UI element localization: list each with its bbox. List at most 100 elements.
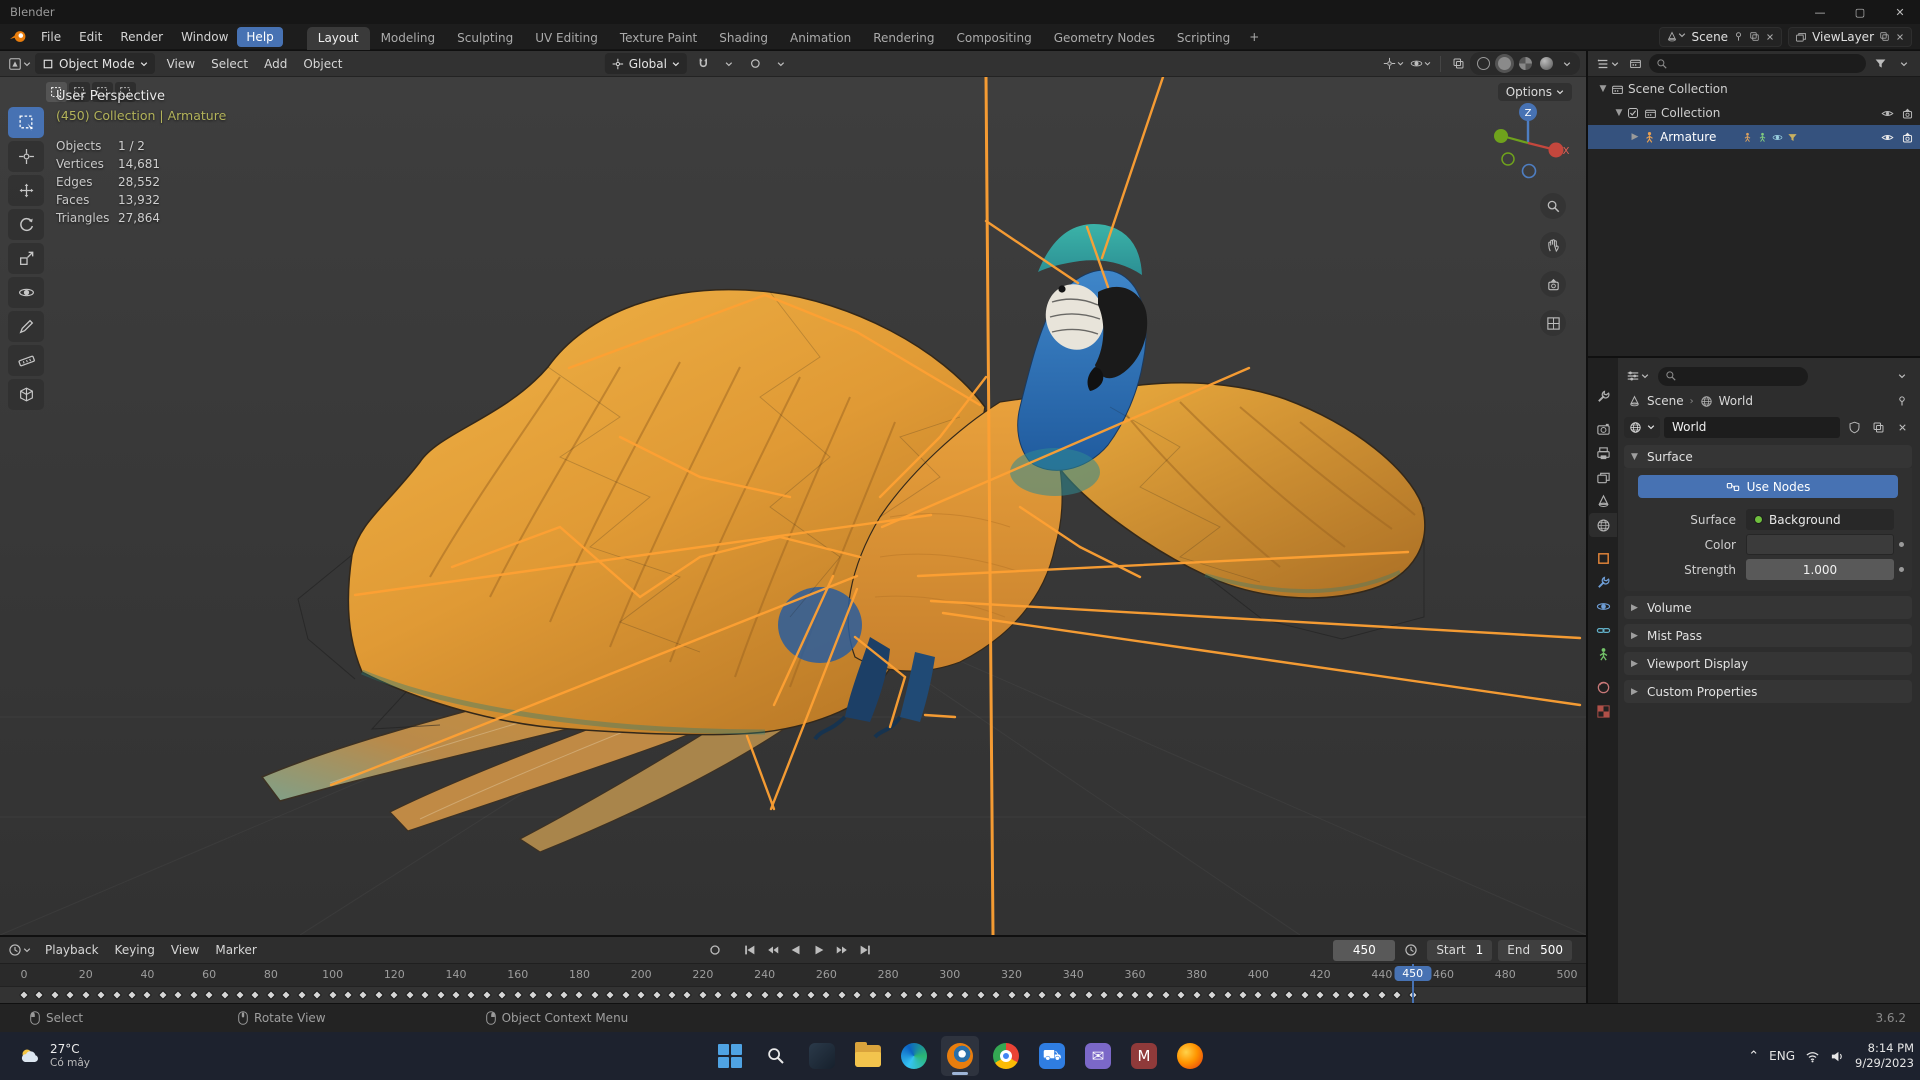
keyframe-diamond[interactable] bbox=[1160, 990, 1171, 1000]
wifi-icon[interactable] bbox=[1805, 1049, 1820, 1064]
keyframe-diamond[interactable] bbox=[157, 990, 168, 1000]
properties-options-chevron[interactable] bbox=[1892, 366, 1912, 387]
timeline-menu[interactable]: View bbox=[163, 940, 207, 960]
tab-view-layer[interactable] bbox=[1589, 465, 1617, 489]
keyframe-diamond[interactable] bbox=[1376, 990, 1387, 1000]
keyframe-diamond[interactable] bbox=[1222, 990, 1233, 1000]
keyframe-diamond[interactable] bbox=[96, 990, 107, 1000]
keyframe-diamond[interactable] bbox=[420, 990, 431, 1000]
keyframe-diamond[interactable] bbox=[1346, 990, 1356, 1000]
proportional-editing-toggle[interactable] bbox=[745, 53, 765, 74]
new-world-copy-icon[interactable] bbox=[1868, 417, 1888, 438]
tool-select-box[interactable] bbox=[8, 107, 44, 138]
keyframe-diamond[interactable] bbox=[19, 990, 29, 1000]
animate-color-dot[interactable] bbox=[1894, 542, 1908, 547]
keyframe-diamond[interactable] bbox=[250, 990, 261, 1000]
outliner-row-collection[interactable]: ▼ Collection bbox=[1588, 101, 1920, 125]
keyframe-diamond[interactable] bbox=[559, 990, 569, 1000]
keyframe-diamond[interactable] bbox=[960, 990, 971, 1000]
modifier-badge-icon[interactable] bbox=[1787, 132, 1798, 143]
workspace-tab[interactable]: Rendering bbox=[862, 27, 945, 50]
keyframe-diamond[interactable] bbox=[512, 990, 523, 1000]
outliner-item-label[interactable]: Collection bbox=[1661, 106, 1720, 120]
outliner-editor-type-button[interactable] bbox=[1594, 53, 1621, 74]
timeline-keyframes[interactable] bbox=[0, 987, 1586, 1003]
taskbar-app-start[interactable] bbox=[711, 1036, 749, 1076]
tab-physics[interactable] bbox=[1589, 594, 1617, 618]
keyframe-diamond[interactable] bbox=[466, 990, 477, 1000]
play-reverse-button[interactable] bbox=[786, 940, 806, 961]
workspace-tab[interactable]: Shading bbox=[708, 27, 779, 50]
timeline-ruler[interactable]: 0 20 40 60 80 100 120 140 160 180 200 220 240 260 280 3… bbox=[0, 964, 1586, 987]
keyframe-diamond[interactable] bbox=[1068, 990, 1079, 1000]
viewport-menu[interactable]: View bbox=[159, 54, 203, 74]
outliner-filter-chevron[interactable] bbox=[1894, 53, 1914, 74]
outliner-item-label[interactable]: Armature bbox=[1660, 130, 1716, 144]
keyframe-diamond[interactable] bbox=[1130, 990, 1140, 1000]
keyframe-diamond[interactable] bbox=[1037, 990, 1048, 1000]
tool-transform[interactable] bbox=[8, 277, 44, 308]
keyframe-diamond[interactable] bbox=[1207, 990, 1218, 1000]
keyframe-diamond[interactable] bbox=[991, 990, 1002, 1000]
unlink-world-icon[interactable] bbox=[1892, 417, 1912, 438]
keyframe-diamond[interactable] bbox=[697, 990, 708, 1000]
tab-material[interactable] bbox=[1589, 675, 1617, 699]
menubar-menu[interactable]: Edit bbox=[70, 27, 111, 47]
start-frame-field[interactable]: Start 1 bbox=[1427, 939, 1493, 961]
tab-render[interactable] bbox=[1589, 417, 1617, 441]
workspace-tab[interactable]: Sculpting bbox=[446, 27, 524, 50]
disclosure-icon[interactable]: ▼ bbox=[1596, 84, 1610, 94]
taskbar-app-file-explorer[interactable] bbox=[849, 1036, 887, 1076]
keyframe-diamond[interactable] bbox=[1021, 990, 1032, 1000]
menubar-menu[interactable]: Help bbox=[237, 26, 283, 47]
pin-id-icon[interactable] bbox=[1892, 391, 1912, 412]
tray-chevron-up-icon[interactable]: ⌃ bbox=[1748, 1049, 1759, 1064]
collapsed-panel-header[interactable]: ▶ Mist Pass bbox=[1624, 624, 1912, 647]
keyframe-diamond[interactable] bbox=[620, 990, 631, 1000]
new-scene-icon[interactable] bbox=[1749, 31, 1760, 42]
strength-slider[interactable]: 1.000 bbox=[1746, 559, 1894, 580]
keyframe-diamond[interactable] bbox=[1392, 990, 1403, 1000]
taskbar-app-word[interactable]: M bbox=[1125, 1036, 1163, 1076]
keyframe-diamond[interactable] bbox=[34, 990, 45, 1000]
taskbar-app-widgets[interactable] bbox=[803, 1036, 841, 1076]
keyframe-diamond[interactable] bbox=[389, 990, 400, 1000]
jump-to-end-button[interactable] bbox=[855, 940, 875, 961]
hide-eye-icon[interactable] bbox=[1881, 131, 1894, 144]
keyframe-diamond[interactable] bbox=[1315, 990, 1326, 1000]
properties-search-input[interactable] bbox=[1658, 366, 1808, 386]
keyframe-diamond[interactable] bbox=[944, 990, 955, 1000]
keyframe-diamond[interactable] bbox=[142, 990, 153, 1000]
outliner-filter-icon[interactable] bbox=[1870, 53, 1890, 74]
use-nodes-button[interactable]: Use Nodes bbox=[1638, 475, 1898, 498]
keyframe-diamond[interactable] bbox=[759, 990, 770, 1000]
menubar-menu[interactable]: Window bbox=[172, 27, 237, 47]
keyframe-diamond[interactable] bbox=[1361, 990, 1372, 1000]
keyframe-diamond[interactable] bbox=[852, 990, 863, 1000]
tab-tool[interactable] bbox=[1589, 384, 1617, 408]
workspace-tab[interactable]: Animation bbox=[779, 27, 862, 50]
tool-cursor[interactable] bbox=[8, 141, 44, 172]
keyframe-diamond[interactable] bbox=[543, 990, 554, 1000]
collapsed-panel-header[interactable]: ▶ Viewport Display bbox=[1624, 652, 1912, 675]
keyframe-diamond[interactable] bbox=[574, 990, 585, 1000]
outliner-search-input[interactable] bbox=[1649, 54, 1866, 73]
keyframe-diamond[interactable] bbox=[790, 990, 801, 1000]
breadcrumb-world[interactable]: World bbox=[1719, 394, 1753, 408]
outliner-display-mode-icon[interactable] bbox=[1625, 53, 1645, 74]
tab-modifiers[interactable] bbox=[1589, 570, 1617, 594]
scene-selector[interactable]: Scene bbox=[1659, 26, 1783, 47]
keyframe-diamond[interactable] bbox=[805, 990, 816, 1000]
keyframe-diamond[interactable] bbox=[1284, 990, 1295, 1000]
keyframe-diamond[interactable] bbox=[219, 990, 230, 1000]
jump-to-start-button[interactable] bbox=[740, 940, 760, 961]
auto-keying-toggle[interactable] bbox=[705, 940, 725, 961]
keyframe-diamond[interactable] bbox=[188, 990, 199, 1000]
scene-browse-icon[interactable] bbox=[1666, 31, 1686, 43]
play-button[interactable] bbox=[809, 940, 829, 961]
outliner-item-label[interactable]: Scene Collection bbox=[1628, 82, 1728, 96]
shading-material-button[interactable] bbox=[1515, 53, 1535, 74]
workspace-tab[interactable]: Geometry Nodes bbox=[1043, 27, 1166, 50]
disclosure-icon[interactable]: ▼ bbox=[1612, 108, 1626, 118]
keyframe-diamond[interactable] bbox=[497, 990, 508, 1000]
